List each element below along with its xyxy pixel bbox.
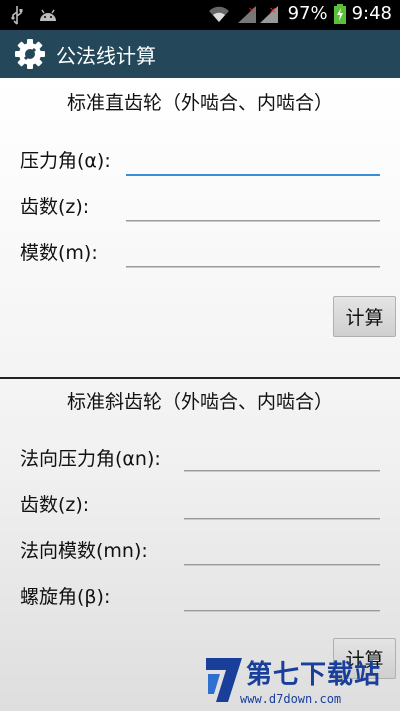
section-divider (0, 377, 400, 379)
spur-teeth-input[interactable] (126, 194, 380, 221)
helical-helix-angle-input[interactable] (184, 584, 380, 611)
spur-module-label: 模数(m): (20, 242, 98, 264)
signal-icon: × × (237, 5, 278, 23)
spur-pressure-angle-input[interactable] (126, 148, 380, 176)
spur-calculate-button[interactable]: 计算 (333, 296, 396, 337)
wifi-icon (208, 6, 229, 22)
spur-section-title: 标准直齿轮（外啮合、内啮合） (66, 92, 333, 114)
battery-percent: 97% (287, 3, 328, 24)
helical-normal-module-label: 法向模数(mn): (20, 540, 148, 562)
gear-icon[interactable] (14, 38, 46, 70)
action-bar: 公法线计算 (0, 30, 400, 78)
watermark-url: www.d7down.com (240, 692, 342, 706)
spur-pressure-angle-label: 压力角(α): (20, 150, 111, 172)
helical-normal-pressure-angle-input[interactable] (184, 444, 380, 471)
usb-icon (11, 6, 23, 25)
clock: 9:48 (351, 3, 392, 24)
helical-section-title: 标准斜齿轮（外啮合、内啮合） (66, 391, 333, 413)
spur-module-input[interactable] (126, 240, 380, 267)
helical-teeth-input[interactable] (184, 492, 380, 519)
app-title: 公法线计算 (56, 43, 156, 68)
watermark-brand: 第七下载站 (246, 660, 382, 690)
helical-teeth-label: 齿数(z): (20, 494, 90, 516)
android-icon (40, 9, 56, 21)
svg-text:×: × (248, 6, 256, 16)
svg-text:×: × (269, 6, 277, 16)
watermark: 第七下载站 www.d7down.com (200, 648, 400, 711)
spur-teeth-label: 齿数(z): (20, 196, 90, 218)
content-area: 标准直齿轮（外啮合、内啮合） 压力角(α): 齿数(z): 模数(m): 计算 … (0, 78, 400, 711)
helical-normal-pressure-angle-label: 法向压力角(αn): (20, 448, 161, 470)
helical-helix-angle-label: 螺旋角(β): (20, 586, 111, 608)
status-bar: × × 97% 9:48 (0, 0, 400, 30)
helical-normal-module-input[interactable] (184, 538, 380, 565)
battery-charging-icon (333, 3, 346, 24)
